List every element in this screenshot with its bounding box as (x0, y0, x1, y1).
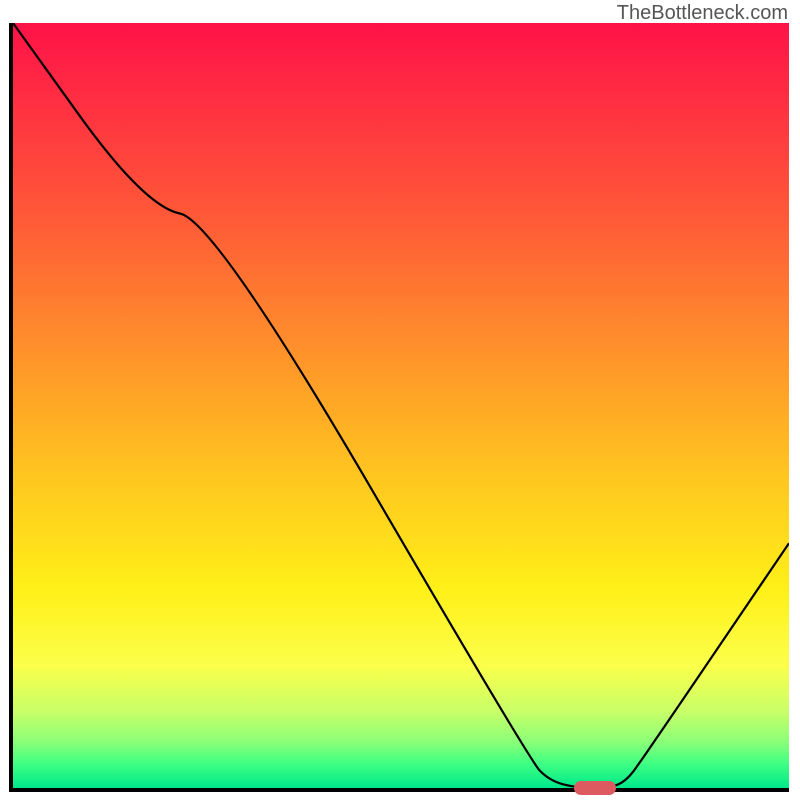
chart-area (9, 23, 789, 792)
highlight-marker (574, 781, 616, 795)
chart-background (13, 23, 789, 788)
chart-svg (13, 23, 789, 788)
watermark-text: TheBottleneck.com (617, 2, 788, 25)
